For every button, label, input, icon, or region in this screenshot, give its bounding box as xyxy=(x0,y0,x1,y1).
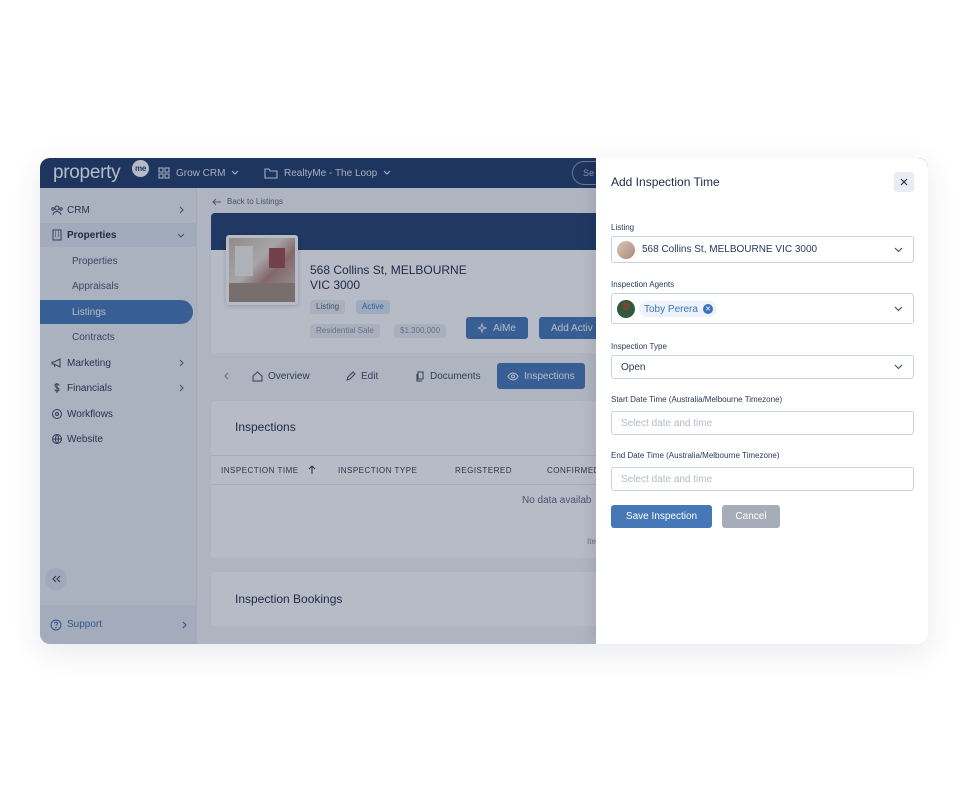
agent-avatar xyxy=(617,300,635,318)
agents-select[interactable]: Toby Perera ✕ xyxy=(611,293,914,324)
agents-label: Inspection Agents xyxy=(611,280,675,289)
listing-select[interactable]: 568 Collins St, MELBOURNE VIC 3000 xyxy=(611,236,914,263)
chevron-down-icon xyxy=(894,364,903,370)
close-icon xyxy=(900,178,908,186)
listing-value: 568 Collins St, MELBOURNE VIC 3000 xyxy=(642,244,818,255)
chevron-down-icon xyxy=(894,247,903,252)
start-datetime-placeholder: Select date and time xyxy=(621,417,713,429)
end-datetime-placeholder: Select date and time xyxy=(621,473,713,485)
cancel-button[interactable]: Cancel xyxy=(722,505,780,528)
close-button[interactable] xyxy=(894,172,914,192)
remove-agent-icon[interactable]: ✕ xyxy=(702,304,713,314)
agent-chip: Toby Perera ✕ xyxy=(639,301,717,317)
end-datetime-label: End Date Time (Australia/Melbourne Timez… xyxy=(611,451,780,460)
start-datetime-label: Start Date Time (Australia/Melbourne Tim… xyxy=(611,395,783,404)
agent-name: Toby Perera xyxy=(644,303,698,315)
inspection-type-select[interactable]: Open xyxy=(611,355,914,379)
chevron-down-icon xyxy=(894,306,903,311)
inspection-type-value: Open xyxy=(621,361,646,373)
drawer-title: Add Inspection Time xyxy=(611,175,720,189)
save-inspection-button[interactable]: Save Inspection xyxy=(611,505,712,528)
end-datetime-input[interactable]: Select date and time xyxy=(611,467,914,491)
listing-label: Listing xyxy=(611,223,635,232)
add-inspection-drawer: Add Inspection Time Listing 568 Collins … xyxy=(596,158,928,644)
inspection-type-label: Inspection Type xyxy=(611,342,667,351)
app-window: property me Grow CRM RealtyMe - The Loop… xyxy=(40,158,928,644)
listing-thumbnail xyxy=(617,241,635,259)
start-datetime-input[interactable]: Select date and time xyxy=(611,411,914,435)
